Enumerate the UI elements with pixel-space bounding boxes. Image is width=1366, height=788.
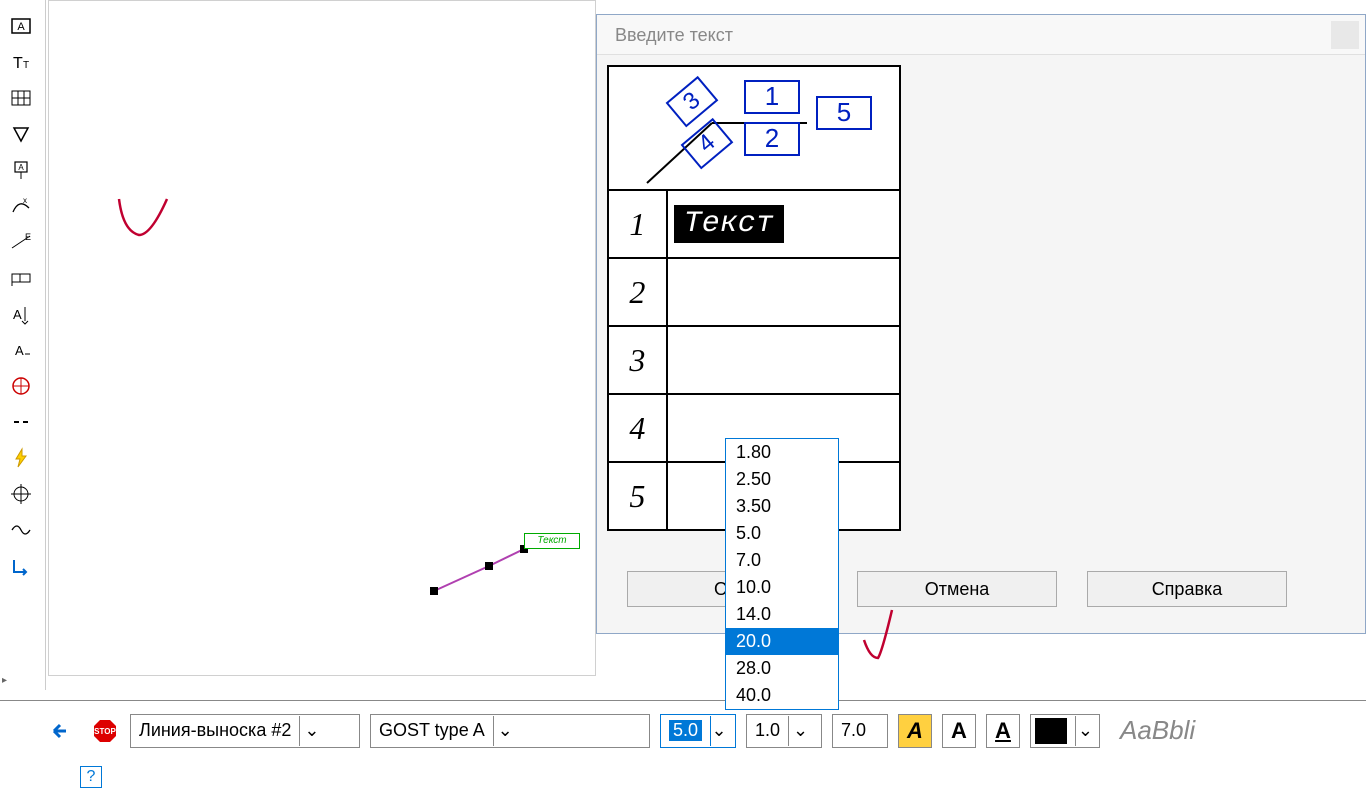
spacing-combo[interactable]: 1.0⌄ [746, 714, 822, 748]
chevron-down-icon[interactable]: ⌄ [1075, 716, 1095, 746]
row-num-1: 1 [608, 190, 667, 258]
tool-text-partial[interactable]: A [4, 333, 38, 367]
bold-button[interactable]: A [942, 714, 976, 748]
tool-xy[interactable]: x [4, 189, 38, 223]
tool-text-caps[interactable]: TT [4, 45, 38, 79]
help-icon[interactable]: ? [80, 766, 102, 788]
style-combo[interactable]: Линия-выноска #2⌄ [130, 714, 360, 748]
leader-diagram: 3 4 1 2 5 [617, 73, 897, 189]
tool-lightning[interactable] [4, 441, 38, 475]
tool-datum[interactable] [4, 261, 38, 295]
dialog-close-button[interactable] [1331, 21, 1359, 49]
size-option[interactable]: 1.80 [726, 439, 838, 466]
svg-text:2: 2 [765, 123, 779, 153]
drawing-canvas[interactable]: Текст [48, 0, 596, 676]
underline-button[interactable]: A [986, 714, 1020, 748]
back-arrow-icon[interactable] [50, 716, 80, 746]
dialog-title: Введите текст [597, 15, 1365, 55]
annotation-mark-2 [856, 604, 916, 674]
svg-text:A: A [13, 307, 22, 322]
format-toolbar: STOP Линия-выноска #2⌄ GOST type A⌄ 5.0⌄… [0, 700, 1366, 760]
svg-text:x: x [23, 196, 27, 205]
size-option[interactable]: 28.0 [726, 655, 838, 682]
tool-arrow-corner[interactable] [4, 549, 38, 583]
size-option[interactable]: 40.0 [726, 682, 838, 709]
color-combo[interactable]: ⌄ [1030, 714, 1100, 748]
tool-target[interactable] [4, 369, 38, 403]
svg-text:A: A [15, 343, 24, 358]
size-option[interactable]: 3.50 [726, 493, 838, 520]
size-option[interactable]: 14.0 [726, 601, 838, 628]
color-swatch [1035, 718, 1067, 744]
size-option[interactable]: 2.50 [726, 466, 838, 493]
row-num-4: 4 [608, 394, 667, 462]
extra-value[interactable]: 7.0 [832, 714, 888, 748]
size-option[interactable]: 5.0 [726, 520, 838, 547]
svg-text:A: A [18, 163, 24, 172]
help-button[interactable]: Справка [1087, 571, 1287, 607]
row-text-1[interactable]: Текст [667, 190, 900, 258]
leader-label-preview: Текст [524, 533, 580, 549]
tool-text-box[interactable]: A [4, 9, 38, 43]
svg-text:E: E [25, 232, 31, 242]
size-option[interactable]: 7.0 [726, 547, 838, 574]
tool-grid[interactable] [4, 81, 38, 115]
tool-dimension[interactable]: E [4, 225, 38, 259]
chevron-down-icon[interactable]: ⌄ [493, 716, 517, 746]
chevron-down-icon[interactable]: ⌄ [299, 716, 323, 746]
size-option[interactable]: 10.0 [726, 574, 838, 601]
italic-button[interactable]: A [898, 714, 932, 748]
text-entry-dialog: Введите текст 3 4 1 2 5 1Текст 2 3 4 5 O [596, 14, 1366, 634]
size-option-selected[interactable]: 20.0 [726, 628, 838, 655]
chevron-down-icon[interactable]: ⌄ [788, 716, 812, 746]
font-combo[interactable]: GOST type A⌄ [370, 714, 650, 748]
left-toolbar: A TT A x E A A ▸ [0, 0, 46, 690]
tool-align-v[interactable]: A [4, 297, 38, 331]
svg-text:4: 4 [693, 129, 721, 158]
svg-text:A: A [17, 21, 25, 33]
row-text-2[interactable] [667, 258, 900, 326]
svg-text:T: T [23, 60, 29, 71]
stop-icon[interactable]: STOP [90, 716, 120, 746]
tool-dash[interactable] [4, 405, 38, 439]
svg-text:1: 1 [765, 81, 779, 111]
svg-text:3: 3 [678, 87, 706, 116]
toolbar-expand-icon[interactable]: ▸ [2, 675, 7, 686]
row-num-5: 5 [608, 462, 667, 530]
font-size-combo[interactable]: 5.0⌄ [660, 714, 736, 748]
tool-wave[interactable] [4, 513, 38, 547]
tool-callout[interactable]: A [4, 153, 38, 187]
leader-preview[interactable]: Текст [424, 541, 584, 606]
row-text-3[interactable] [667, 326, 900, 394]
svg-text:T: T [13, 55, 23, 72]
chevron-down-icon[interactable]: ⌄ [710, 716, 727, 746]
row-num-3: 3 [608, 326, 667, 394]
cancel-button[interactable]: Отмена [857, 571, 1057, 607]
font-preview: AaBbli [1120, 715, 1195, 746]
tool-crosshair[interactable] [4, 477, 38, 511]
font-size-dropdown-list[interactable]: 1.80 2.50 3.50 5.0 7.0 10.0 14.0 20.0 28… [725, 438, 839, 710]
tool-nabla[interactable] [4, 117, 38, 151]
row-num-2: 2 [608, 258, 667, 326]
svg-text:5: 5 [837, 97, 851, 127]
svg-text:STOP: STOP [94, 727, 116, 736]
annotation-mark-1 [111, 191, 181, 251]
